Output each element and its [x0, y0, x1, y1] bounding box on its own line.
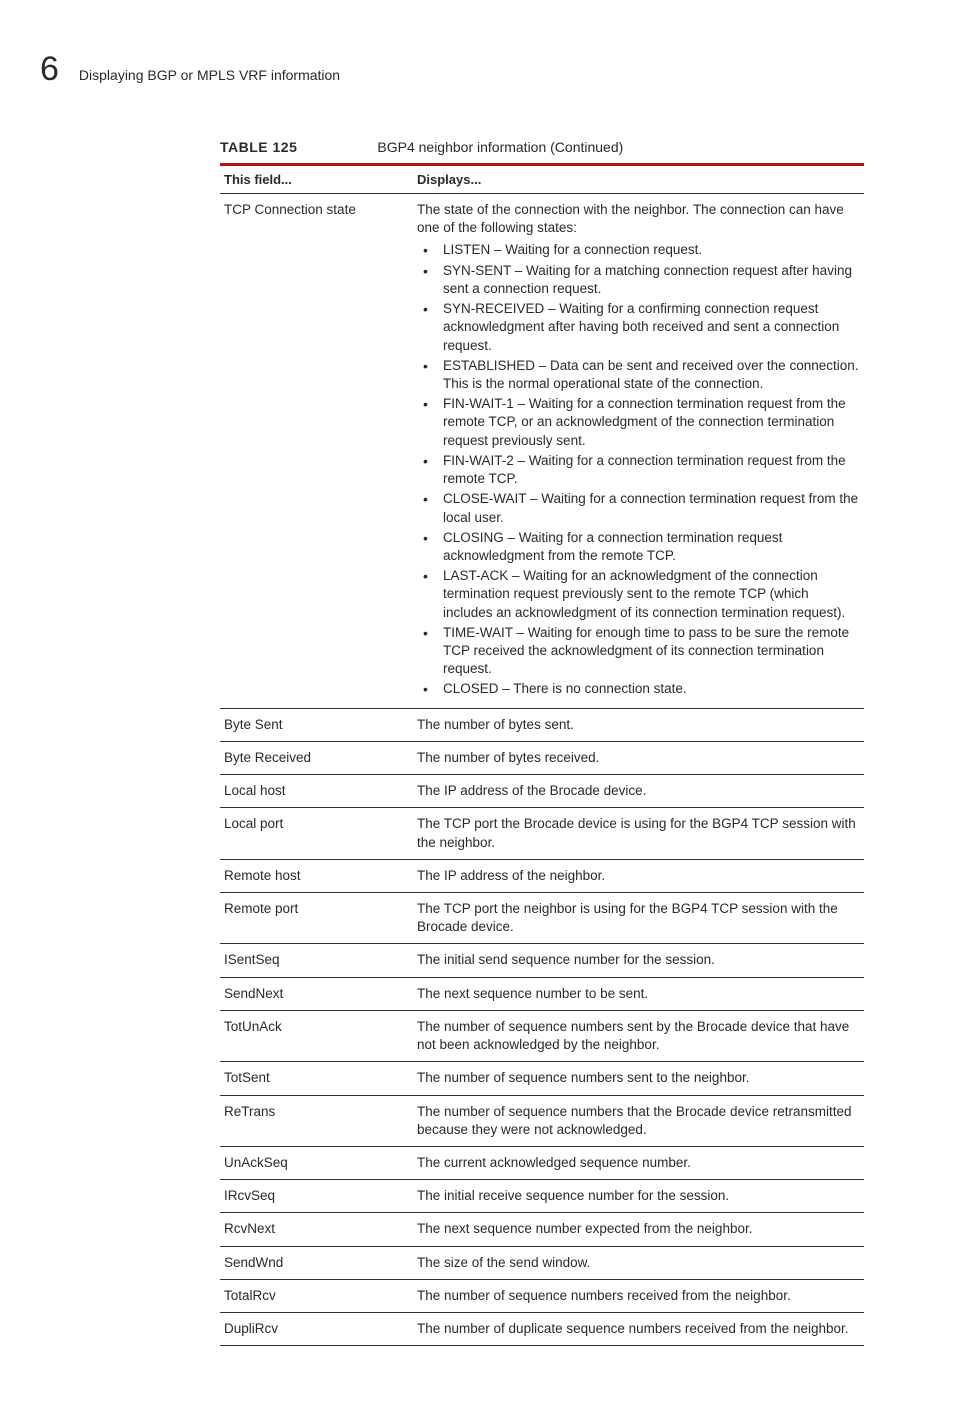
field-cell: IRcvSeq — [220, 1180, 413, 1213]
bullet-item: CLOSED – There is no connection state. — [417, 680, 860, 698]
table-title: BGP4 neighbor information (Continued) — [377, 139, 623, 155]
bullet-item: TIME-WAIT – Waiting for enough time to p… — [417, 624, 860, 679]
displays-cell: The current acknowledged sequence number… — [413, 1146, 864, 1179]
displays-cell: The next sequence number expected from t… — [413, 1213, 864, 1246]
displays-cell: The initial send sequence number for the… — [413, 944, 864, 977]
table-row: Remote hostThe IP address of the neighbo… — [220, 859, 864, 892]
table-header-field: This field... — [220, 165, 413, 194]
table-row: RcvNextThe next sequence number expected… — [220, 1213, 864, 1246]
field-cell: RcvNext — [220, 1213, 413, 1246]
field-cell: Remote port — [220, 893, 413, 944]
table-number: TABLE 125 — [220, 139, 297, 155]
cell-intro: The state of the connection with the nei… — [417, 201, 860, 237]
displays-cell: The number of bytes received. — [413, 741, 864, 774]
field-cell: SendWnd — [220, 1246, 413, 1279]
bullet-item: CLOSE-WAIT – Waiting for a connection te… — [417, 490, 860, 526]
displays-cell: The TCP port the neighbor is using for t… — [413, 893, 864, 944]
field-cell: UnAckSeq — [220, 1146, 413, 1179]
bullet-item: CLOSING – Waiting for a connection termi… — [417, 529, 860, 565]
field-cell: Remote host — [220, 859, 413, 892]
bullet-item: SYN-RECEIVED – Waiting for a confirming … — [417, 300, 860, 355]
table-row: TotalRcvThe number of sequence numbers r… — [220, 1279, 864, 1312]
field-cell: Byte Sent — [220, 708, 413, 741]
table-row: Local hostThe IP address of the Brocade … — [220, 775, 864, 808]
bullet-item: LAST-ACK – Waiting for an acknowledgment… — [417, 567, 860, 622]
displays-cell: The number of sequence numbers sent to t… — [413, 1062, 864, 1095]
displays-cell: The number of duplicate sequence numbers… — [413, 1313, 864, 1346]
page-header: 6 Displaying BGP or MPLS VRF information — [40, 50, 864, 89]
table-row: TotSentThe number of sequence numbers se… — [220, 1062, 864, 1095]
table-row: UnAckSeqThe current acknowledged sequenc… — [220, 1146, 864, 1179]
displays-cell: The IP address of the Brocade device. — [413, 775, 864, 808]
field-cell: TCP Connection state — [220, 194, 413, 709]
displays-cell: The number of sequence numbers received … — [413, 1279, 864, 1312]
displays-cell: The number of sequence numbers sent by t… — [413, 1010, 864, 1061]
field-cell: TotUnAck — [220, 1010, 413, 1061]
table-header-displays: Displays... — [413, 165, 864, 194]
table-row: SendWndThe size of the send window. — [220, 1246, 864, 1279]
table-row: Local portThe TCP port the Brocade devic… — [220, 808, 864, 859]
table-row: ISentSeqThe initial send sequence number… — [220, 944, 864, 977]
field-cell: ReTrans — [220, 1095, 413, 1146]
field-cell: ISentSeq — [220, 944, 413, 977]
field-cell: Local port — [220, 808, 413, 859]
field-cell: Local host — [220, 775, 413, 808]
table-wrapper: TABLE 125 BGP4 neighbor information (Con… — [220, 139, 864, 1346]
table-row: TotUnAckThe number of sequence numbers s… — [220, 1010, 864, 1061]
table-row: Remote portThe TCP port the neighbor is … — [220, 893, 864, 944]
bullet-item: SYN-SENT – Waiting for a matching connec… — [417, 262, 860, 298]
displays-cell: The initial receive sequence number for … — [413, 1180, 864, 1213]
field-cell: TotSent — [220, 1062, 413, 1095]
table-header-row: This field... Displays... — [220, 165, 864, 194]
table-row: Byte SentThe number of bytes sent. — [220, 708, 864, 741]
displays-cell: The IP address of the neighbor. — [413, 859, 864, 892]
table-caption: TABLE 125 BGP4 neighbor information (Con… — [220, 139, 864, 155]
table-row: Byte ReceivedThe number of bytes receive… — [220, 741, 864, 774]
bullet-item: FIN-WAIT-1 – Waiting for a connection te… — [417, 395, 860, 450]
bgp4-table: This field... Displays... TCP Connection… — [220, 163, 864, 1346]
table-row: TCP Connection stateThe state of the con… — [220, 194, 864, 709]
displays-cell: The next sequence number to be sent. — [413, 977, 864, 1010]
displays-cell: The TCP port the Brocade device is using… — [413, 808, 864, 859]
chapter-title: Displaying BGP or MPLS VRF information — [79, 67, 340, 83]
page: 6 Displaying BGP or MPLS VRF information… — [0, 0, 954, 1406]
field-cell: SendNext — [220, 977, 413, 1010]
bullet-item: LISTEN – Waiting for a connection reques… — [417, 241, 860, 259]
table-row: ReTransThe number of sequence numbers th… — [220, 1095, 864, 1146]
table-row: DupliRcvThe number of duplicate sequence… — [220, 1313, 864, 1346]
displays-cell: The number of sequence numbers that the … — [413, 1095, 864, 1146]
bullet-list: LISTEN – Waiting for a connection reques… — [417, 241, 860, 698]
field-cell: TotalRcv — [220, 1279, 413, 1312]
displays-cell: The number of bytes sent. — [413, 708, 864, 741]
bullet-item: FIN-WAIT-2 – Waiting for a connection te… — [417, 452, 860, 488]
bullet-item: ESTABLISHED – Data can be sent and recei… — [417, 357, 860, 393]
displays-cell: The size of the send window. — [413, 1246, 864, 1279]
table-row: SendNextThe next sequence number to be s… — [220, 977, 864, 1010]
displays-cell: The state of the connection with the nei… — [413, 194, 864, 709]
table-row: IRcvSeqThe initial receive sequence numb… — [220, 1180, 864, 1213]
field-cell: DupliRcv — [220, 1313, 413, 1346]
field-cell: Byte Received — [220, 741, 413, 774]
chapter-number: 6 — [40, 50, 59, 89]
